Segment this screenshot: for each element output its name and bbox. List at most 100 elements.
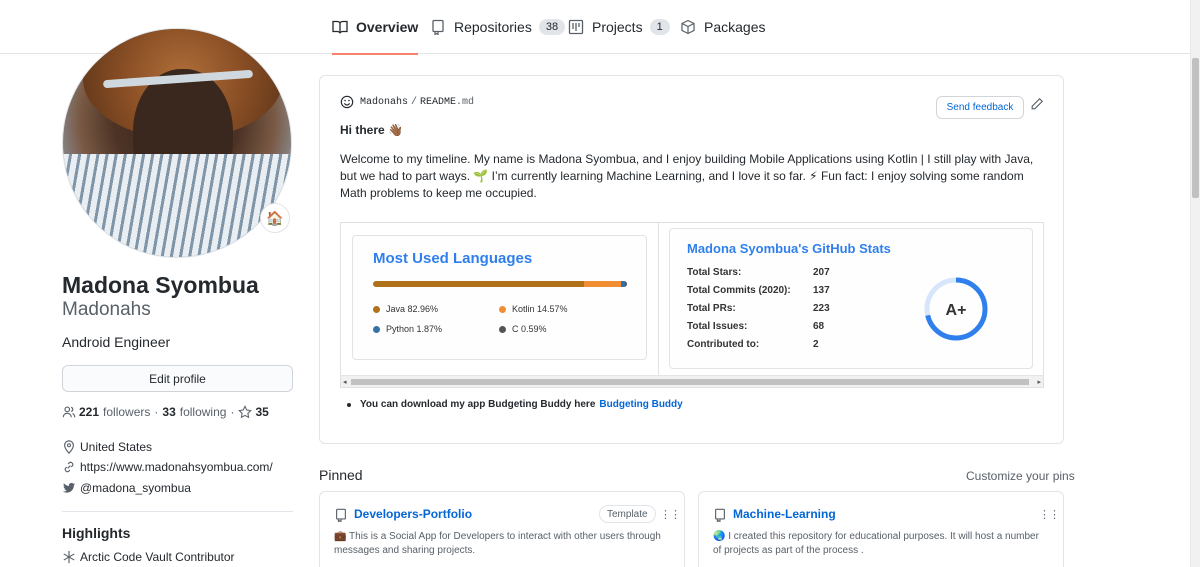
- tab-label: Packages: [704, 19, 766, 35]
- follow-stats: 221 followers · 33 following · 35: [62, 405, 273, 419]
- kotlin-dot: [499, 305, 506, 313]
- repo-icon: [334, 508, 348, 523]
- readme-owner: Madonahs: [360, 96, 409, 108]
- grade-text: A+: [946, 302, 967, 319]
- pinned-repo-link[interactable]: Machine-Learning: [733, 507, 836, 521]
- readme-box: Madonahs / README .md Send feedback Hi t…: [319, 75, 1064, 444]
- language-bar-segment: [583, 281, 621, 287]
- page-vertical-scrollbar[interactable]: [1190, 0, 1200, 567]
- readme-bullet: You can download my app Budgeting Buddy …: [347, 399, 683, 410]
- location-icon: [62, 440, 76, 454]
- following-link[interactable]: 33 following: [162, 405, 226, 419]
- location-text: United States: [80, 440, 153, 454]
- tab-label: Repositories: [454, 19, 532, 35]
- drag-handle-icon[interactable]: ⋮⋮: [660, 508, 681, 521]
- languages-bar: [373, 281, 627, 287]
- highlight-label: Arctic Code Vault Contributor: [80, 550, 235, 564]
- book-icon: [332, 19, 348, 35]
- repo-icon: [430, 19, 446, 35]
- profile-login: Madonahs: [62, 299, 151, 320]
- tab-label: Overview: [356, 19, 419, 35]
- github-stats-card[interactable]: Madona Syombua's GitHub Stats Total Star…: [669, 228, 1033, 369]
- pinned-repo-link[interactable]: Developers-Portfolio: [354, 507, 472, 521]
- stats-title: Madona Syombua's GitHub Stats: [687, 241, 891, 256]
- highlight-arctic-vault[interactable]: Arctic Code Vault Contributor: [62, 550, 235, 564]
- template-badge: Template: [599, 505, 656, 523]
- customize-pins-link[interactable]: Customize your pins: [966, 469, 1075, 483]
- pinned-card[interactable]: Developers-Portfolio Template ⋮⋮ 💼 This …: [319, 491, 685, 567]
- lang-java: Java 82.96%: [373, 304, 438, 314]
- highlights-heading: Highlights: [62, 525, 131, 541]
- profile-page: Overview Repositories 38 Projects 1 Pack…: [0, 0, 1200, 567]
- path-separator: /: [411, 96, 418, 108]
- website-item[interactable]: https://www.madonahsyombua.com/: [62, 460, 273, 474]
- people-icon: [62, 405, 76, 419]
- stat-contributed: Contributed to: 2: [687, 339, 819, 350]
- python-dot: [373, 325, 380, 333]
- projects-count: 1: [649, 19, 670, 35]
- stars-link[interactable]: 35: [238, 405, 272, 419]
- snowflake-icon: [62, 550, 76, 564]
- profile-bio: Android Engineer: [62, 334, 171, 350]
- profile-name: Madona Syombua: [62, 272, 259, 298]
- scroll-right-arrow[interactable]: ▸: [1037, 378, 1041, 386]
- readme-path[interactable]: Madonahs / README .md: [340, 95, 474, 109]
- stat-total-stars: Total Stars: 207: [687, 267, 830, 278]
- lang-python: Python 1.87%: [373, 324, 442, 334]
- java-dot: [373, 305, 380, 313]
- languages-title: Most Used Languages: [373, 250, 533, 267]
- pinned-card[interactable]: Machine-Learning ⋮⋮ 🌏 I created this rep…: [698, 491, 1064, 567]
- tab-projects[interactable]: Projects 1: [568, 0, 670, 54]
- repositories-count: 38: [538, 19, 566, 35]
- sidebar-divider: [62, 511, 293, 512]
- avatar[interactable]: [62, 28, 292, 258]
- project-icon: [568, 19, 584, 35]
- tab-overview[interactable]: Overview: [332, 0, 419, 55]
- stat-total-prs: Total PRs: 223: [687, 303, 830, 314]
- drag-handle-icon[interactable]: ⋮⋮: [1039, 508, 1060, 521]
- edit-readme-icon[interactable]: [1030, 97, 1044, 111]
- readme-file: README: [420, 96, 457, 108]
- scrollbar-thumb[interactable]: [351, 379, 1029, 385]
- language-bar-segment: [625, 281, 627, 287]
- pinned-heading: Pinned: [319, 467, 363, 483]
- grade-ring: A+: [924, 277, 988, 341]
- repo-icon: [713, 508, 727, 523]
- readme-horizontal-scrollbar[interactable]: ◂ ▸: [341, 375, 1043, 387]
- link-icon: [62, 460, 76, 474]
- tab-repositories[interactable]: Repositories 38: [430, 0, 566, 54]
- bullet-text: You can download my app Budgeting Buddy …: [360, 399, 596, 410]
- stat-total-issues: Total Issues: 68: [687, 321, 825, 332]
- smiley-icon: [340, 95, 354, 109]
- readme-welcome-text: Welcome to my timeline. My name is Madon…: [340, 152, 1034, 200]
- bullet-dot: [347, 402, 351, 407]
- twitter-item[interactable]: @madona_syombua: [62, 481, 191, 495]
- tab-packages[interactable]: Packages: [680, 0, 765, 54]
- stats-frame: Most Used Languages Java 82.96% Kotlin 1…: [340, 222, 1044, 388]
- send-feedback-button[interactable]: Send feedback: [936, 96, 1024, 119]
- stats-divider: [658, 223, 659, 375]
- followers-link[interactable]: 221 followers: [79, 405, 150, 419]
- twitter-handle[interactable]: @madona_syombua: [80, 481, 191, 495]
- status-emoji-button[interactable]: 🏠: [260, 203, 290, 233]
- c-dot: [499, 325, 506, 333]
- edit-profile-button[interactable]: Edit profile: [62, 365, 293, 392]
- twitter-icon: [62, 481, 76, 495]
- readme-ext: .md: [456, 96, 475, 108]
- lang-kotlin: Kotlin 14.57%: [499, 304, 568, 314]
- readme-greeting: Hi there 👋🏾: [340, 123, 403, 137]
- pinned-repo-description: 🌏 I created this repository for educatio…: [713, 531, 1039, 556]
- scroll-left-arrow[interactable]: ◂: [343, 378, 347, 386]
- package-icon: [680, 19, 696, 35]
- languages-card[interactable]: Most Used Languages Java 82.96% Kotlin 1…: [352, 235, 647, 360]
- star-icon: [238, 405, 253, 419]
- page-scrollbar-thumb[interactable]: [1192, 58, 1199, 198]
- website-link[interactable]: https://www.madonahsyombua.com/: [80, 460, 273, 474]
- language-bar-segment: [373, 281, 584, 287]
- tab-label: Projects: [592, 19, 643, 35]
- budgeting-buddy-link[interactable]: Budgeting Buddy: [599, 399, 682, 410]
- stat-total-commits: Total Commits (2020): 137: [687, 285, 830, 296]
- pinned-repo-description: 💼 This is a Social App for Developers to…: [334, 531, 661, 556]
- location-item: United States: [62, 440, 152, 454]
- lang-c: C 0.59%: [499, 324, 547, 334]
